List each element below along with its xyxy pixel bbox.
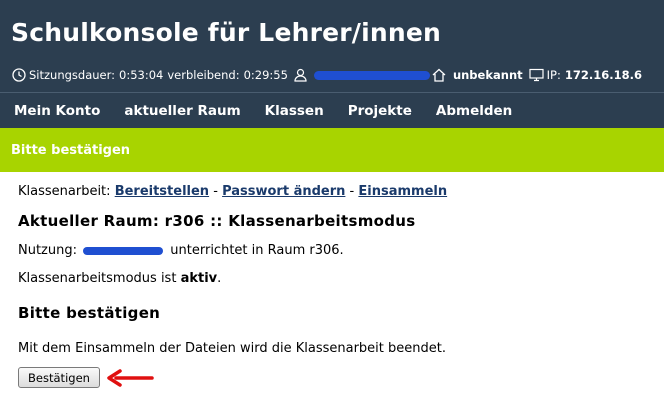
header: Schulkonsole für Lehrer/innen Sitzungsda… [0,0,664,92]
confirm-message: Mit dem Einsammeln der Dateien wird die … [18,341,446,356]
user-icon [294,68,307,82]
usage-line: Nutzung: unterrichtet in Raum r306. [18,243,344,258]
remaining-label: verbleibend: [167,68,240,82]
link-einsammeln[interactable]: Einsammeln [358,184,447,199]
confirm-heading: Bitte bestätigen [18,304,161,322]
nav-item-klassen[interactable]: Klassen [265,103,324,119]
usage-text: unterrichtet in Raum r306. [170,243,344,258]
exam-label: Klassenarbeit: [18,184,111,199]
room-value: unbekannt [452,68,523,82]
home-icon [432,68,446,82]
redacted-user-name [313,70,430,80]
exam-links-row: Klassenarbeit: Bereitstellen - Passwort … [18,184,447,199]
status-bar: Sitzungsdauer: 0:53:04 verbleibend: 0:29… [12,66,642,84]
link-separator: - [349,184,355,199]
nav-item-mein-konto[interactable]: Mein Konto [14,103,100,119]
ip-label: IP: [546,68,561,82]
mode-end: . [217,271,222,286]
app-title: Schulkonsole für Lehrer/innen [11,18,442,47]
link-separator: - [213,184,218,199]
left-arrow-icon [104,368,156,392]
mode-status: aktiv [180,271,218,286]
ip-value: 172.16.18.6 [564,68,642,82]
nav-item-projekte[interactable]: Projekte [348,103,412,119]
monitor-icon [529,68,544,82]
clock-icon [12,68,26,82]
main-nav: Mein Konto aktueller Raum Klassen Projek… [0,92,664,128]
link-bereitstellen[interactable]: Bereitstellen [115,184,209,199]
mode-line: Klassenarbeitsmodus ist aktiv. [18,271,221,286]
confirm-button[interactable]: Bestätigen [18,367,100,388]
mode-text: Klassenarbeitsmodus ist [18,271,177,286]
nav-item-aktueller-raum[interactable]: aktueller Raum [124,103,240,119]
link-passwort-aendern[interactable]: Passwort ändern [222,184,345,199]
session-duration-value: 0:53:04 [119,68,164,82]
nav-item-abmelden[interactable]: Abmelden [436,103,512,119]
usage-label: Nutzung: [18,243,77,258]
remaining-value: 0:29:55 [243,68,288,82]
session-duration-label: Sitzungsdauer: [29,68,116,82]
page-heading: Aktueller Raum: r306 :: Klassenarbeitsmo… [18,212,416,230]
confirm-banner: Bitte bestätigen [0,128,664,172]
redacted-teacher-name [83,247,164,255]
